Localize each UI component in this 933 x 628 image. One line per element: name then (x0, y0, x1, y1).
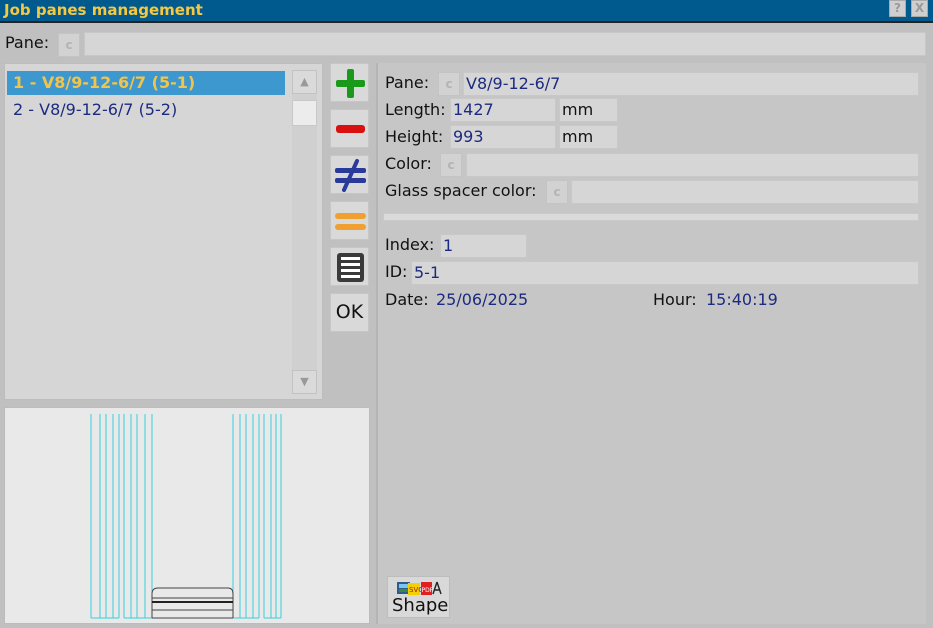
length-label: Length: (385, 100, 446, 119)
date-label: Date: (385, 290, 429, 309)
not-equal-button[interactable] (330, 155, 369, 194)
pane-label: Pane: (385, 73, 430, 92)
equal-button[interactable] (330, 201, 369, 240)
window-title: Job panes management (4, 1, 203, 19)
plus-icon (336, 69, 365, 98)
shape-button[interactable]: SVG PDF Shape (387, 576, 450, 618)
height-field[interactable]: 993 (450, 125, 556, 149)
id-label: ID: (385, 262, 408, 281)
date-value: 25/06/2025 (436, 290, 529, 309)
help-button[interactable]: ? (889, 0, 906, 17)
list-item-selected[interactable]: 1 - V8/9-12-6/7 (5-1) (7, 71, 285, 95)
ok-button[interactable]: OK (330, 293, 369, 332)
hour-label: Hour: (653, 290, 697, 309)
add-pane-button[interactable] (330, 63, 369, 102)
pane-section-drawing (90, 414, 282, 619)
index-field[interactable]: 1 (440, 234, 527, 258)
color-c-button[interactable]: c (440, 153, 462, 177)
pane-search-c-button[interactable]: c (58, 33, 80, 57)
length-field[interactable]: 1427 (450, 98, 556, 122)
hour-value: 15:40:19 (706, 290, 778, 309)
remove-pane-button[interactable] (330, 109, 369, 148)
list-item[interactable]: 2 - V8/9-12-6/7 (5-2) (7, 98, 285, 122)
list-view-button[interactable] (330, 247, 369, 286)
close-button[interactable]: X (911, 0, 928, 17)
scroll-up-button[interactable]: ▲ (292, 70, 317, 94)
list-icon (337, 253, 364, 282)
scroll-down-button[interactable]: ▼ (292, 370, 317, 394)
not-equal-icon (335, 159, 366, 192)
id-field[interactable]: 5-1 (411, 261, 919, 285)
equal-icon (335, 213, 366, 230)
pdf-badge: PDF (422, 587, 434, 594)
details-separator (383, 213, 919, 221)
glass-spacer-color-label: Glass spacer color: (385, 181, 537, 200)
shape-export-icon: SVG PDF (397, 581, 442, 595)
height-unit: mm (559, 125, 618, 149)
glass-spacer-color-field[interactable] (571, 180, 919, 204)
scroll-thumb[interactable] (292, 100, 317, 126)
color-label: Color: (385, 154, 432, 173)
shape-button-label: Shape (392, 595, 449, 616)
index-label: Index: (385, 235, 435, 254)
pane-preview (4, 407, 370, 624)
color-field[interactable] (466, 153, 919, 177)
pane-field[interactable]: V8/9-12-6/7 (463, 72, 919, 96)
height-label: Height: (385, 127, 444, 146)
glass-spacer-c-button[interactable]: c (546, 180, 568, 204)
pane-search-input[interactable] (84, 32, 926, 56)
length-unit: mm (559, 98, 618, 122)
minus-icon (336, 125, 365, 133)
pane-c-button[interactable]: c (438, 72, 460, 96)
pane-search-label: Pane: (5, 33, 50, 52)
